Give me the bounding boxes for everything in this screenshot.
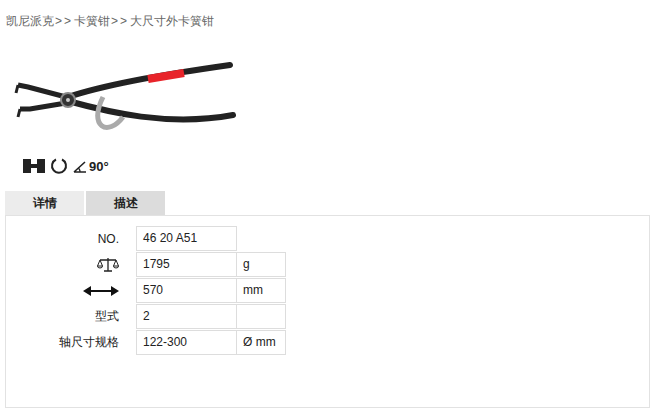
spec-row: 型式2 — [6, 304, 649, 329]
circlip-pliers-icon — [8, 57, 238, 147]
spec-value: 570 — [136, 278, 237, 303]
spec-label — [6, 285, 136, 297]
spec-unit — [237, 304, 286, 329]
tab-bar: 详情描述 — [5, 191, 650, 215]
spec-row: NO.46 20 A51 — [6, 226, 649, 251]
breadcrumb-item[interactable]: 凯尼派克 — [6, 14, 54, 28]
product-image: 90° — [0, 29, 650, 164]
details-panel: NO.46 20 A511795g570mm型式2轴尺寸规格122-300Ø m… — [5, 215, 650, 408]
spec-row: 轴尺寸规格122-300Ø mm — [6, 330, 649, 355]
breadcrumb: 凯尼派克>>卡簧钳>>大尺寸外卡簧钳 — [0, 0, 650, 29]
angle-label: 90° — [72, 158, 109, 174]
spec-label: 型式 — [6, 308, 136, 325]
breadcrumb-separator: >> — [55, 14, 73, 28]
breadcrumb-separator: >> — [111, 14, 129, 28]
spec-value: 2 — [136, 304, 237, 329]
product-page: 凯尼派克>>卡簧钳>>大尺寸外卡簧钳90°详情描述NO.46 20 A51179… — [0, 0, 650, 411]
breadcrumb-item[interactable]: 大尺寸外卡簧钳 — [130, 14, 214, 28]
spec-row: 1795g — [6, 252, 649, 277]
tab[interactable]: 详情 — [5, 191, 84, 215]
spec-unit: mm — [237, 278, 286, 303]
spec-value: 1795 — [136, 252, 237, 277]
angle-icon — [72, 158, 88, 174]
spec-row: 570mm — [6, 278, 649, 303]
jaw-icon — [22, 157, 46, 175]
scale-icon — [97, 257, 119, 273]
ring-icon — [50, 157, 68, 175]
spec-label — [6, 257, 136, 273]
spec-unit: Ø mm — [237, 330, 286, 355]
spec-label: 轴尺寸规格 — [6, 334, 136, 351]
feature-icons: 90° — [8, 147, 650, 175]
tab[interactable]: 描述 — [86, 191, 165, 215]
spec-label: NO. — [6, 232, 136, 246]
spec-value: 122-300 — [136, 330, 237, 355]
length-arrow-icon — [83, 285, 119, 297]
spec-unit: g — [237, 252, 286, 277]
spec-value: 46 20 A51 — [136, 226, 237, 251]
breadcrumb-item[interactable]: 卡簧钳 — [74, 14, 110, 28]
